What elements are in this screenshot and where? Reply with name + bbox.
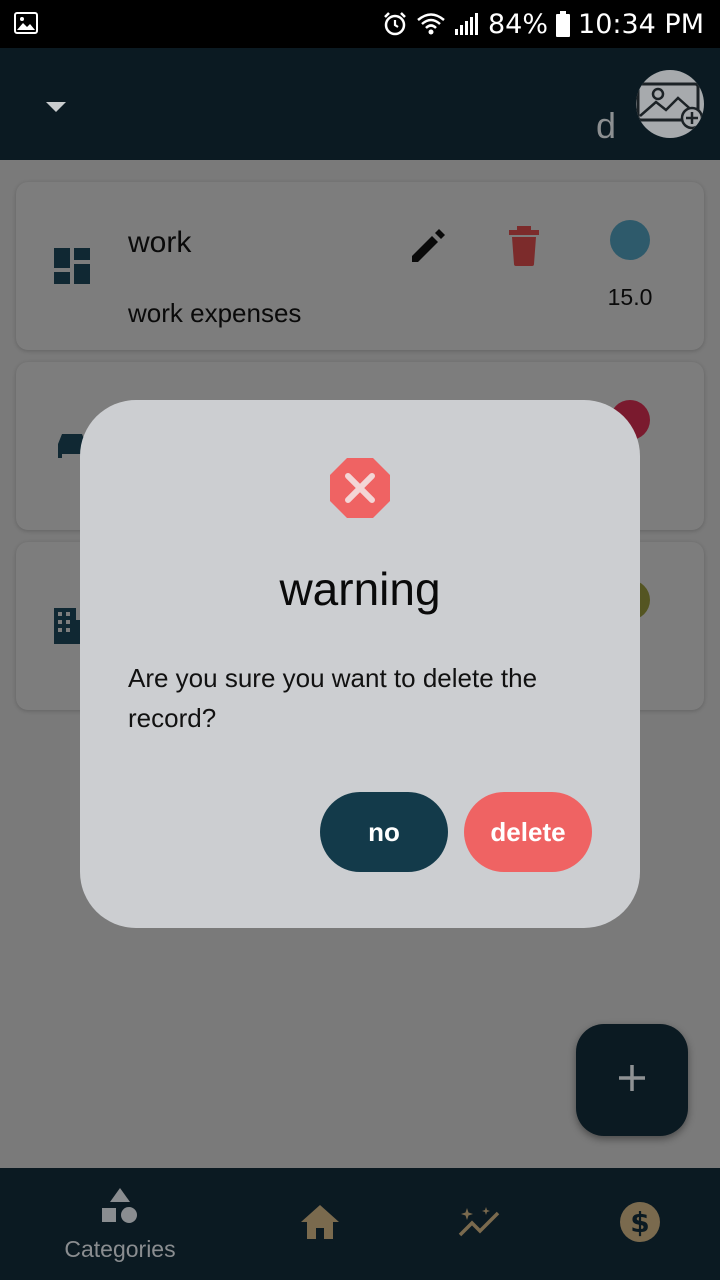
insights-icon [458,1205,502,1243]
app-bar: d [0,48,720,160]
bottom-nav: Categories $ [0,1168,720,1280]
add-photo-icon [636,82,704,138]
nav-label-categories: Categories [64,1235,176,1262]
shapes-icon [100,1186,140,1230]
nav-item-insights[interactable] [440,1168,520,1280]
dashboard-icon [52,246,92,286]
delete-confirm-dialog: warning Are you sure you want to delete … [80,400,640,928]
image-icon [14,12,38,34]
avatar[interactable] [636,70,704,138]
category-description: work expenses [128,298,302,328]
dollar-icon: $ [619,1201,661,1247]
delete-icon[interactable] [506,224,542,268]
category-title: work [128,226,192,259]
nav-item-home[interactable] [280,1168,360,1280]
wifi-icon [416,12,446,36]
home-icon [299,1203,341,1245]
nav-item-categories[interactable]: Categories [40,1168,200,1280]
svg-text:$: $ [630,1206,649,1239]
delete-button[interactable]: delete [464,792,592,872]
category-card-work[interactable]: work work expenses 15.0 [16,182,704,350]
edit-icon[interactable] [406,224,450,268]
plus-icon [616,1062,648,1098]
dialog-title: warning [279,563,441,615]
dropdown-arrow-icon[interactable] [44,100,68,116]
battery-icon [556,11,571,37]
nav-item-expenses[interactable]: $ [600,1168,680,1280]
alarm-icon [382,11,408,37]
no-button[interactable]: no [320,792,448,872]
add-category-button[interactable] [576,1024,688,1136]
category-amount: 15.0 [607,284,653,310]
clock: 10:34 PM [578,8,704,40]
error-octagon-icon [328,456,392,520]
user-initial: d [596,105,617,146]
dialog-message: Are you sure you want to delete the reco… [128,663,538,733]
status-bar: 84% 10:34 PM [0,0,720,48]
battery-percent: 84% [488,8,549,40]
signal-icon [454,12,480,36]
color-dot [610,220,650,260]
